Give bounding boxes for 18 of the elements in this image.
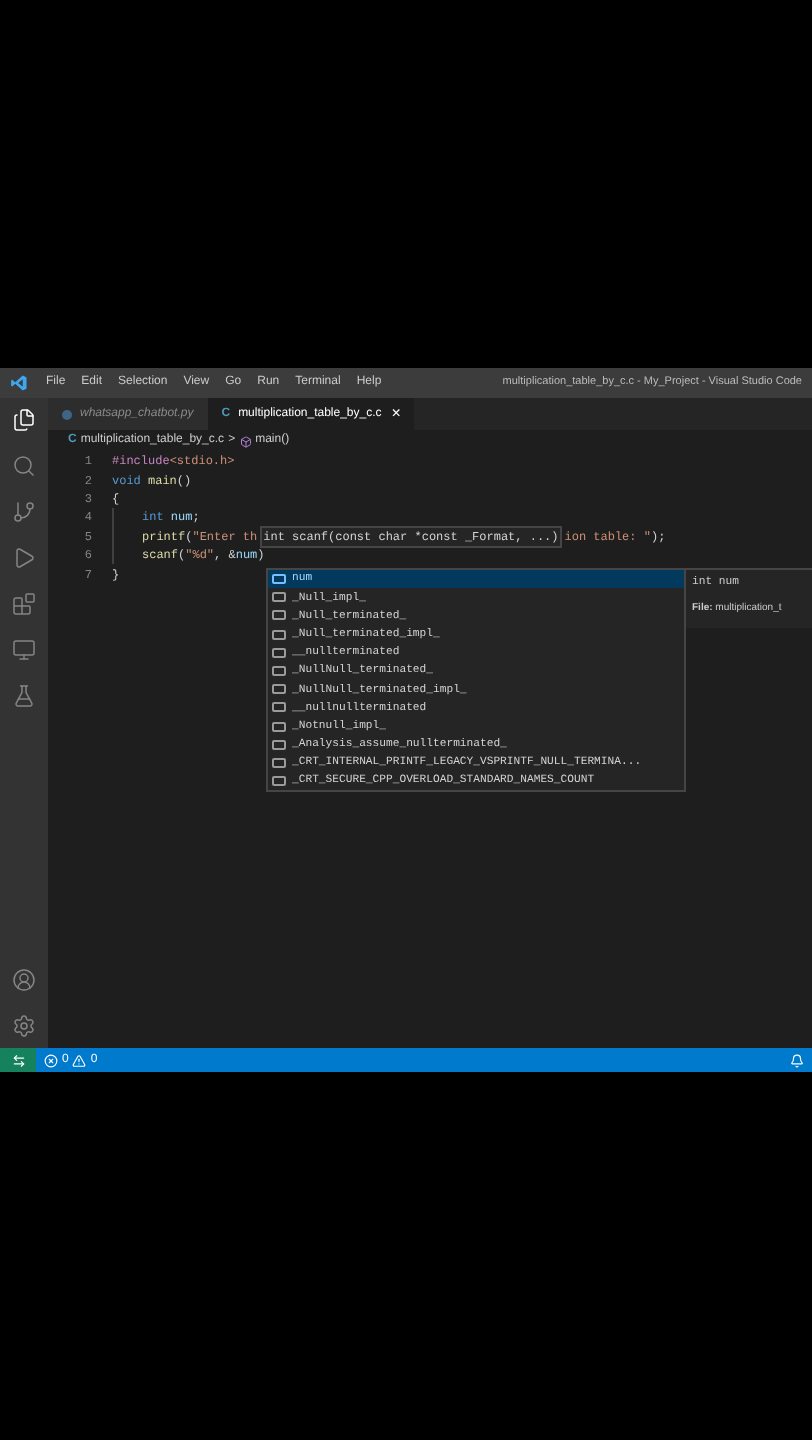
method-icon [239, 435, 252, 447]
close-icon[interactable]: × [391, 406, 401, 422]
variable-icon [272, 574, 286, 585]
remote-icon [11, 1053, 25, 1067]
files-icon[interactable] [12, 408, 36, 432]
monitor-icon[interactable] [12, 638, 36, 662]
error-icon [44, 1053, 58, 1067]
run-icon[interactable] [12, 546, 36, 570]
remote-button[interactable] [0, 1048, 36, 1072]
settings-icon[interactable] [12, 1014, 36, 1038]
bell-icon[interactable] [790, 1053, 804, 1067]
search-icon[interactable] [12, 454, 36, 478]
extensions-icon[interactable] [12, 592, 36, 616]
warning-icon [72, 1053, 87, 1067]
app-logo-icon [10, 374, 28, 392]
branch-icon[interactable] [12, 500, 36, 524]
account-icon[interactable] [12, 968, 36, 992]
flask-icon[interactable] [12, 684, 36, 708]
